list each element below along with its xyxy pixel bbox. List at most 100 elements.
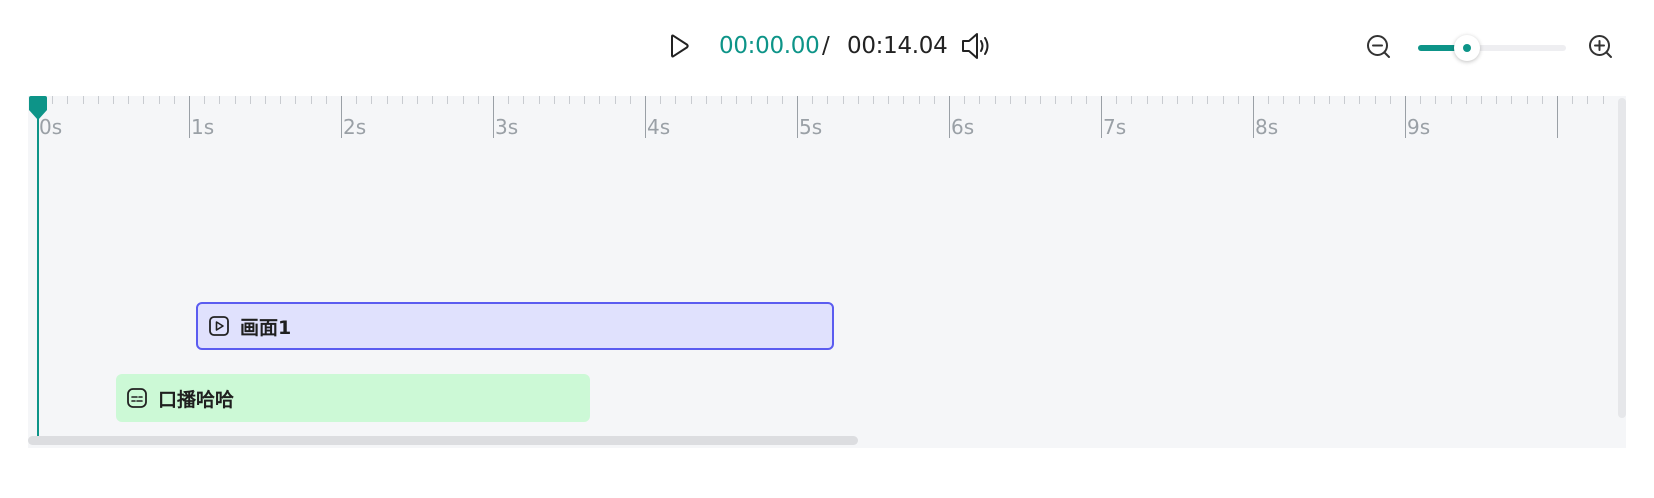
- caption-clip[interactable]: 口播哈哈: [116, 374, 590, 422]
- ruler-minor-tick: [280, 96, 282, 104]
- player-controls: 00:00.00 / 00:14.04: [0, 0, 1654, 92]
- ruler-minor-tick: [842, 96, 844, 104]
- ruler-minor-tick: [462, 96, 464, 104]
- ruler-minor-tick: [1374, 96, 1376, 104]
- ruler-minor-tick: [1359, 96, 1361, 104]
- ruler-minor-tick: [1465, 96, 1467, 104]
- ruler-major-tick: [1101, 96, 1102, 138]
- ruler-minor-tick: [1146, 96, 1148, 104]
- ruler-minor-tick: [1237, 96, 1239, 104]
- play-icon: [671, 34, 689, 58]
- ruler-minor-tick: [417, 96, 418, 104]
- ruler-minor-tick: [325, 96, 327, 104]
- ruler-label: 9s: [1407, 115, 1431, 139]
- ruler-major-tick: [1253, 96, 1254, 138]
- video-clip-label: 画面1: [240, 316, 292, 339]
- ruler-minor-tick: [1511, 96, 1513, 104]
- ruler-minor-tick: [721, 96, 722, 104]
- play-button[interactable]: [666, 32, 692, 60]
- volume-button[interactable]: [960, 30, 992, 62]
- ruler-minor-tick: [1541, 96, 1543, 104]
- zoom-slider[interactable]: [1418, 35, 1566, 61]
- ruler-major-tick: [1557, 96, 1558, 138]
- ruler-minor-tick: [1177, 96, 1178, 104]
- zoom-out-button[interactable]: [1366, 34, 1392, 60]
- ruler-minor-tick: [1055, 96, 1057, 104]
- ruler-minor-tick: [903, 96, 905, 104]
- subtitle-clip-icon: [126, 387, 148, 409]
- ruler-minor-tick: [1450, 96, 1452, 104]
- vertical-scrollbar[interactable]: [1618, 98, 1626, 418]
- ruler-minor-tick: [477, 96, 479, 104]
- ruler-minor-tick: [401, 96, 403, 104]
- ruler-minor-tick: [1192, 96, 1194, 104]
- ruler-minor-tick: [614, 96, 616, 104]
- ruler-label: 8s: [1255, 115, 1279, 139]
- ruler-minor-tick: [599, 96, 601, 104]
- ruler-minor-tick: [204, 96, 206, 104]
- ruler-minor-tick: [432, 96, 434, 104]
- ruler-major-tick: [1405, 96, 1406, 138]
- time-ruler[interactable]: 0s 1s 2s 3s 4s 5s 6s 7s 8s 9s: [28, 96, 1626, 146]
- ruler-minor-tick: [629, 96, 631, 104]
- ruler-minor-tick: [1283, 96, 1285, 104]
- ruler-minor-tick: [781, 96, 783, 104]
- ruler-minor-tick: [888, 96, 890, 104]
- ruler-minor-tick: [1025, 96, 1026, 104]
- ruler-minor-tick: [386, 96, 388, 104]
- caption-clip-label: 口播哈哈: [158, 388, 235, 411]
- playhead-handle[interactable]: [29, 96, 47, 120]
- ruler-minor-tick: [295, 96, 297, 104]
- ruler-minor-tick: [1329, 96, 1330, 104]
- ruler-major-tick: [797, 96, 798, 138]
- ruler-minor-tick: [52, 96, 54, 104]
- ruler-minor-tick: [1420, 96, 1422, 104]
- ruler-label: 3s: [495, 115, 519, 139]
- ruler-minor-tick: [249, 96, 251, 104]
- ruler-minor-tick: [1572, 96, 1574, 104]
- timeline-panel[interactable]: 0s 1s 2s 3s 4s 5s 6s 7s 8s 9s 画面1 口播哈哈: [28, 96, 1626, 448]
- ruler-minor-tick: [994, 96, 996, 104]
- ruler-major-tick: [341, 96, 342, 138]
- ruler-minor-tick: [523, 96, 525, 104]
- ruler-minor-tick: [766, 96, 768, 104]
- ruler-minor-tick: [158, 96, 160, 104]
- ruler-minor-tick: [113, 96, 114, 104]
- ruler-minor-tick: [827, 96, 829, 104]
- ruler-minor-tick: [736, 96, 738, 104]
- time-separator: /: [822, 33, 830, 59]
- ruler-minor-tick: [356, 96, 358, 104]
- zoom-slider-thumb-dot: [1462, 44, 1471, 52]
- ruler-major-tick: [949, 96, 950, 138]
- ruler-minor-tick: [584, 96, 586, 104]
- ruler-minor-tick: [1389, 96, 1391, 104]
- zoom-in-button[interactable]: [1588, 34, 1614, 60]
- ruler-minor-tick: [310, 96, 312, 104]
- ruler-minor-tick: [1085, 96, 1087, 104]
- ruler-minor-tick: [1602, 96, 1604, 104]
- ruler-minor-tick: [1222, 96, 1224, 104]
- ruler-minor-tick: [1526, 96, 1528, 104]
- ruler-minor-tick: [979, 96, 981, 104]
- ruler-major-tick: [645, 96, 646, 138]
- ruler-label: 6s: [951, 115, 975, 139]
- ruler-minor-tick: [1268, 96, 1270, 104]
- horizontal-scrollbar[interactable]: [28, 436, 858, 445]
- ruler-minor-tick: [219, 96, 221, 104]
- zoom-in-icon: [1589, 35, 1612, 58]
- ruler-minor-tick: [660, 96, 662, 104]
- zoom-slider-thumb[interactable]: [1453, 35, 1480, 61]
- ruler-label: 7s: [1103, 115, 1127, 139]
- ruler-minor-tick: [1481, 96, 1482, 104]
- ruler-minor-tick: [1435, 96, 1437, 104]
- ruler-minor-tick: [812, 96, 814, 104]
- ruler-minor-tick: [675, 96, 677, 104]
- volume-icon: [962, 33, 989, 59]
- ruler-minor-tick: [82, 96, 84, 104]
- ruler-major-tick: [493, 96, 494, 138]
- ruler-minor-tick: [1587, 96, 1589, 104]
- video-clip[interactable]: 画面1: [196, 302, 834, 350]
- ruler-minor-tick: [553, 96, 555, 104]
- current-time: 00:00.00: [719, 33, 820, 59]
- ruler-minor-tick: [67, 96, 69, 104]
